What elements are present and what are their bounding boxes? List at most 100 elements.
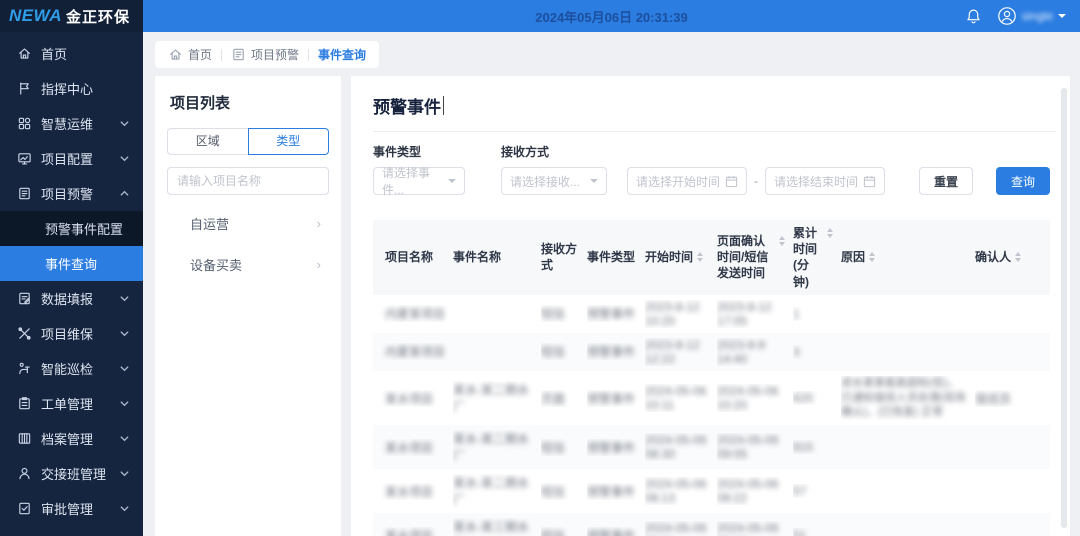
tab-inactive[interactable]: 区域 (167, 128, 249, 155)
receive-mode-select[interactable]: 请选择接收... (501, 167, 607, 195)
breadcrumb-label: 事件查询 (318, 46, 366, 63)
cell-type: 预警事件 (587, 483, 645, 500)
calendar-icon (863, 175, 876, 188)
sidebar-nav: 首页指挥中心智慧运维项目配置项目预警预警事件配置事件查询数据填报项目维保智能巡检… (0, 32, 143, 526)
cell-receive: 短信 (541, 527, 587, 536)
table-row: 某水项目某水-某三期水厂短信预警事件2024-05-06 08:212024-0… (373, 513, 1050, 536)
sidebar-item-label: 项目预警 (41, 184, 110, 203)
app-logo: NEWA 金正环保 (0, 0, 143, 32)
breadcrumb-item[interactable]: 事件查询 (318, 46, 366, 63)
event-type-filter: 事件类型 请选择事件... (373, 143, 465, 195)
column-header-label: 页面确认时间/短信发送时间 (717, 233, 775, 282)
sidebar-subitem-active[interactable]: 事件查询 (0, 246, 143, 281)
cell-start: 2023-8-12 10:20 (645, 300, 717, 328)
sort-icon[interactable] (779, 236, 785, 246)
sort-icon[interactable] (697, 252, 703, 262)
sidebar-item-clipboard[interactable]: 工单管理 (0, 386, 143, 421)
sidebar-item-label: 交接班管理 (41, 464, 110, 483)
sidebar-item-archive[interactable]: 档案管理 (0, 421, 143, 456)
user-icon (17, 466, 32, 481)
home-icon (17, 46, 32, 61)
text-cursor (443, 96, 444, 115)
panels-wrap: 项目列表 区域类型 自运营›设备买卖› 预警事件 事件类型 (155, 76, 1070, 536)
monitor-icon (17, 151, 32, 166)
document-icon (17, 186, 32, 201)
cell-start: 2024-05-06 08:30 (645, 433, 717, 461)
cell-receive: 短信 (541, 483, 587, 500)
tab-active[interactable]: 类型 (248, 128, 330, 155)
user-menu[interactable]: single (997, 6, 1066, 26)
cell-event: 某水-某二期水厂 (453, 430, 541, 464)
notification-bell-icon[interactable] (965, 8, 982, 25)
cell-confirm: 2024-05-06 10:20 (717, 384, 793, 412)
sidebar: NEWA 金正环保 首页指挥中心智慧运维项目配置项目预警预警事件配置事件查询数据… (0, 0, 143, 536)
column-header[interactable]: 累计时间 (分钟) (793, 225, 841, 290)
column-header[interactable]: 页面确认时间/短信发送时间 (717, 233, 793, 282)
sidebar-item-tools[interactable]: 项目维保 (0, 316, 143, 351)
sidebar-item-approve[interactable]: 审批管理 (0, 491, 143, 526)
page-title: 预警事件 (373, 93, 441, 118)
sidebar-item-edit-doc[interactable]: 数据填报 (0, 281, 143, 316)
table-row: 内蒙某项目短信预警事件2023-8-12 12:222023-8-9 14:40… (373, 333, 1050, 371)
cell-minutes: 57 (793, 484, 841, 498)
column-header-label: 事件类型 (587, 249, 635, 265)
topbar-datetime: 2024年05月06日 20:31:39 (535, 7, 688, 26)
breadcrumb-item[interactable]: 首页 (168, 46, 212, 63)
sort-icon[interactable] (1015, 252, 1021, 262)
column-header[interactable]: 原因 (841, 249, 975, 265)
search-button[interactable]: 查询 (996, 167, 1050, 195)
tree-node-label: 自运营 (190, 214, 229, 233)
chevron-down-icon (448, 179, 456, 183)
topbar: 2024年05月06日 20:31:39 single (143, 0, 1080, 32)
page-content: 首页 项目预警 事件查询 项目列表 区域类型 自运营›设备买卖› 预警事件 (143, 32, 1080, 536)
sidebar-item-user[interactable]: 交接班管理 (0, 456, 143, 491)
column-header: 项目名称 (373, 249, 453, 265)
project-list-title: 项目列表 (170, 92, 329, 113)
sort-icon[interactable] (869, 252, 875, 262)
cell-project: 某水项目 (373, 390, 453, 407)
end-time-picker[interactable]: 请选择结束时间 (765, 167, 885, 195)
sidebar-item-label: 智能巡检 (41, 359, 110, 378)
sidebar-item-monitor[interactable]: 项目配置 (0, 141, 143, 176)
column-header[interactable]: 确认人 (975, 249, 1050, 265)
chevron-down-icon (119, 363, 130, 374)
breadcrumb-item[interactable]: 项目预警 (231, 46, 299, 63)
cell-minutes: 51 (793, 528, 841, 536)
column-header: 接收方式 (541, 241, 587, 273)
sort-icon[interactable] (827, 228, 833, 238)
table-row: 某水项目某水-某二期水厂页面预警事件2024-05-06 10:112024-0… (373, 371, 1050, 426)
date-range-filter: 请选择开始时间 - 请选择结束时间 (627, 167, 885, 195)
tree-node[interactable]: 自运营› (167, 203, 329, 244)
cell-receive: 页面 (541, 390, 587, 407)
sidebar-item-label: 指挥中心 (41, 79, 130, 98)
column-header-label: 项目名称 (385, 249, 433, 265)
column-header[interactable]: 开始时间 (645, 249, 717, 265)
sidebar-item-home[interactable]: 首页 (0, 36, 143, 71)
sidebar-item-label: 工单管理 (41, 394, 110, 413)
cell-type: 预警事件 (587, 305, 645, 322)
cell-project: 某水项目 (373, 439, 453, 456)
sidebar-subitem[interactable]: 预警事件配置 (0, 211, 143, 246)
event-type-label: 事件类型 (373, 143, 465, 160)
username-text: single (1022, 9, 1053, 23)
sidebar-item-label: 智慧运维 (41, 114, 110, 133)
reset-button[interactable]: 重置 (919, 167, 973, 195)
project-search-input[interactable] (167, 167, 329, 195)
receive-mode-label: 接收方式 (501, 143, 607, 160)
tree-node[interactable]: 设备买卖› (167, 244, 329, 285)
sidebar-item-label: 档案管理 (41, 429, 110, 448)
approve-icon (17, 501, 32, 516)
sidebar-item-patrol[interactable]: 智能巡检 (0, 351, 143, 386)
tools-icon (17, 326, 32, 341)
cell-project: 某水项目 (373, 483, 453, 500)
chevron-up-icon (119, 188, 130, 199)
vertical-scrollbar[interactable] (1061, 88, 1067, 528)
start-time-picker[interactable]: 请选择开始时间 (627, 167, 747, 195)
sidebar-item-document[interactable]: 项目预警 (0, 176, 143, 211)
sidebar-item-label: 项目维保 (41, 324, 110, 343)
event-type-select[interactable]: 请选择事件... (373, 167, 465, 195)
sidebar-item-flag[interactable]: 指挥中心 (0, 71, 143, 106)
sidebar-item-grid[interactable]: 智慧运维 (0, 106, 143, 141)
table-header: 项目名称事件名称接收方式事件类型开始时间页面确认时间/短信发送时间累计时间 (分… (373, 220, 1050, 295)
project-tree: 自运营›设备买卖› (167, 203, 329, 285)
